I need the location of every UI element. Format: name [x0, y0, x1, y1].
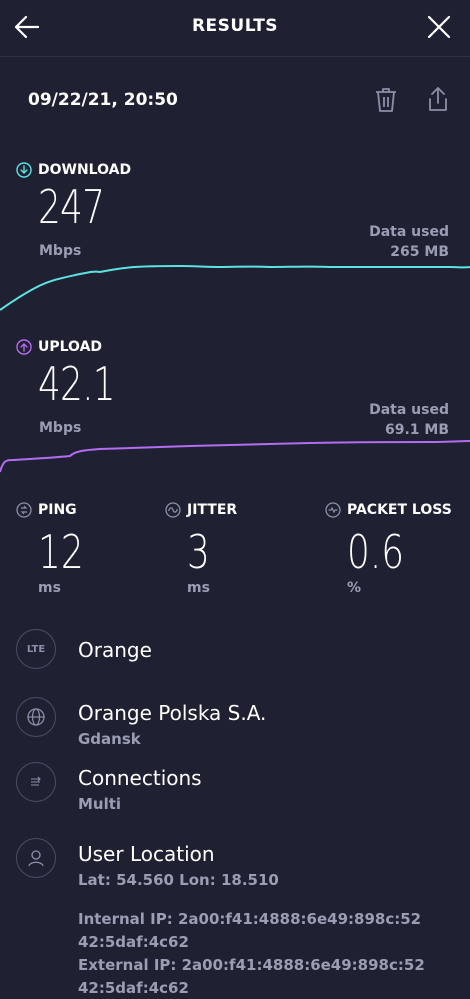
- upload-unit: Mbps: [39, 420, 82, 436]
- external-ip-line1: External IP: 2a00:f41:4888:6e49:898c:52: [78, 956, 425, 974]
- ping-metric: PING 12 ms: [16, 502, 97, 596]
- jitter-metric: JITTER 3 ms: [165, 502, 237, 596]
- close-icon[interactable]: [426, 14, 452, 40]
- header-bar: RESULTS: [0, 0, 470, 56]
- location-row: User Location Lat: 54.560 Lon: 18.510: [16, 838, 456, 894]
- packet-loss-value: 0.6: [347, 525, 405, 579]
- ip-info: Internal IP: 2a00:f41:4888:6e49:898c:52 …: [78, 908, 425, 999]
- lte-icon: LTE: [16, 629, 56, 669]
- ping-unit: ms: [38, 580, 61, 596]
- globe-icon: [27, 708, 45, 726]
- upload-data-used-label: Data used: [369, 402, 449, 418]
- connections-label: Connections: [78, 766, 202, 790]
- upload-arrow-icon: [16, 339, 32, 355]
- connections-value: Multi: [78, 795, 122, 813]
- packet-loss-unit: %: [347, 580, 362, 596]
- jitter-label-text: JITTER: [187, 502, 238, 518]
- connections-icon-circle: [16, 762, 56, 802]
- jitter-label: JITTER: [165, 502, 237, 518]
- carrier-name: Orange: [78, 638, 152, 662]
- download-unit: Mbps: [39, 243, 82, 259]
- packet-loss-label-text: PACKET LOSS: [347, 502, 452, 518]
- jitter-icon: [165, 502, 181, 518]
- ping-label: PING: [16, 502, 97, 518]
- connections-icon: [31, 776, 41, 786]
- internal-ip-line2: 42:5daf:4c62: [78, 933, 189, 951]
- jitter-unit: ms: [187, 580, 210, 596]
- result-datetime: 09/22/21, 20:50: [28, 90, 178, 110]
- provider-row: Orange Polska S.A. Gdansk: [16, 697, 456, 753]
- location-icon-circle: [16, 838, 56, 878]
- upload-label: UPLOAD: [16, 339, 102, 355]
- location-label: User Location: [78, 842, 215, 866]
- location-coords: Lat: 54.560 Lon: 18.510: [78, 871, 279, 889]
- ping-value: 12: [38, 525, 84, 579]
- packet-loss-icon: [325, 502, 341, 518]
- user-icon: [28, 850, 44, 867]
- trash-icon[interactable]: [374, 87, 398, 113]
- carrier-row: LTE Orange: [16, 629, 456, 671]
- page-title: RESULTS: [191, 16, 279, 36]
- external-ip-line2: 42:5daf:4c62: [78, 979, 189, 997]
- download-data-used-label: Data used: [369, 224, 449, 240]
- ping-icon: [16, 502, 32, 518]
- upload-graph: [0, 440, 470, 473]
- download-value: 247: [38, 180, 105, 234]
- download-data-used: Data used 265 MB: [369, 222, 449, 262]
- download-label: DOWNLOAD: [16, 162, 131, 178]
- upload-value: 42.1: [38, 357, 116, 411]
- download-graph: [0, 264, 470, 311]
- connections-row: Connections Multi: [16, 762, 456, 818]
- jitter-value: 3: [187, 525, 210, 579]
- ping-label-text: PING: [38, 502, 77, 518]
- internal-ip-line1: Internal IP: 2a00:f41:4888:6e49:898c:52: [78, 910, 422, 928]
- share-icon[interactable]: [426, 86, 450, 112]
- download-arrow-icon: [16, 162, 32, 178]
- header-divider: [0, 56, 470, 57]
- provider-name: Orange Polska S.A.: [78, 701, 267, 725]
- provider-icon-circle: [16, 697, 56, 737]
- provider-city: Gdansk: [78, 730, 141, 748]
- download-label-text: DOWNLOAD: [38, 162, 132, 178]
- upload-data-used: Data used 69.1 MB: [369, 400, 449, 440]
- packet-loss-metric: PACKET LOSS 0.6 %: [325, 502, 452, 596]
- upload-label-text: UPLOAD: [38, 339, 103, 355]
- packet-loss-label: PACKET LOSS: [325, 502, 452, 518]
